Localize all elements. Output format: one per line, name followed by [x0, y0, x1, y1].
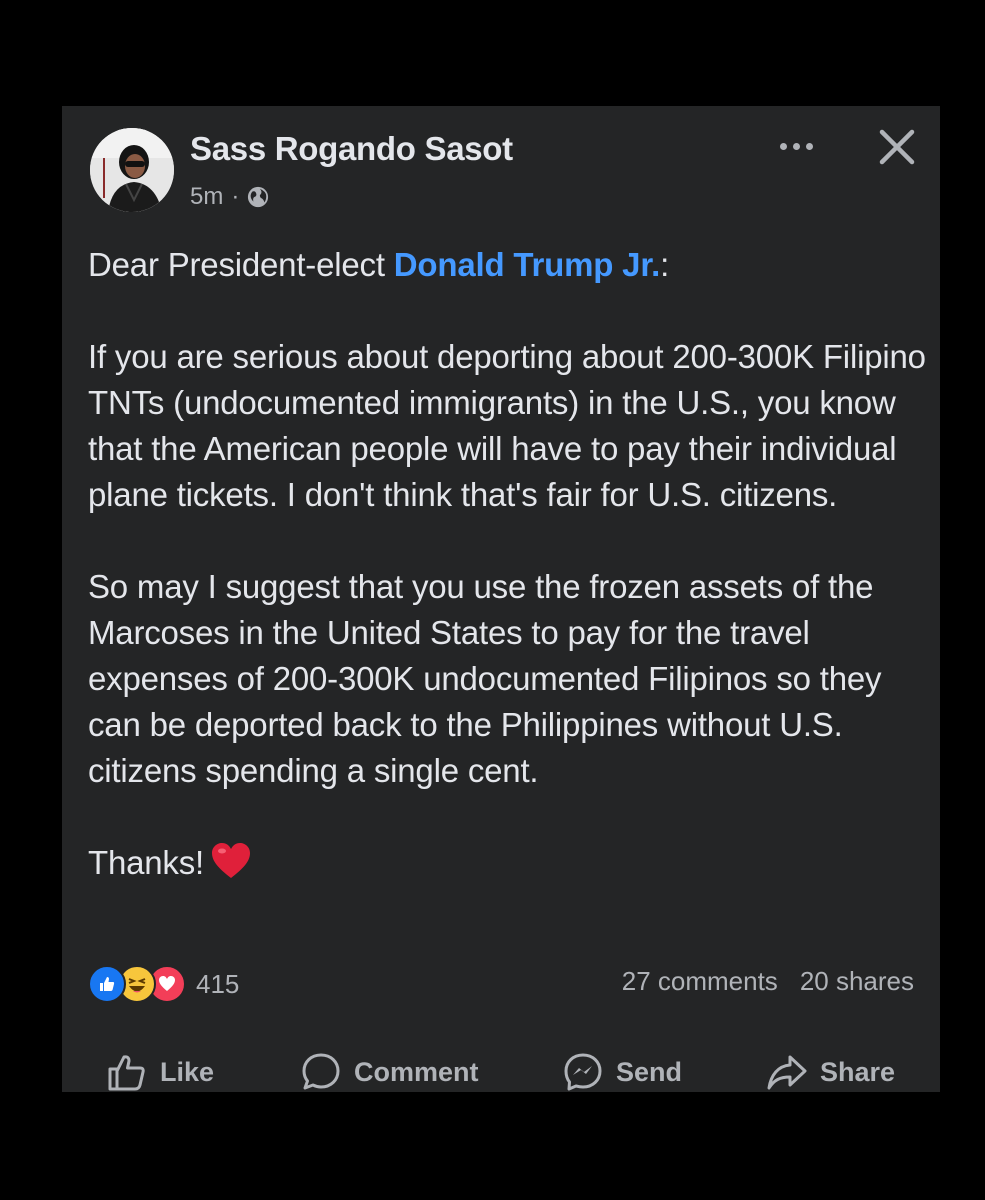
reaction-count: 415: [196, 968, 240, 999]
author-name[interactable]: Sass Rogando Sasot: [190, 130, 513, 168]
paragraph-2: So may I suggest that you use the frozen…: [88, 568, 882, 789]
avatar-photo: [90, 128, 174, 212]
close-icon[interactable]: [872, 122, 922, 172]
avatar[interactable]: [90, 128, 174, 212]
sign-off-line: Thanks!: [88, 840, 928, 886]
more-dot-icon: [792, 142, 800, 150]
share-button[interactable]: Share: [766, 1048, 895, 1092]
post-card: Sass Rogando Sasot 5m · Dear President-e…: [62, 106, 940, 1092]
comment-button[interactable]: Comment: [300, 1048, 479, 1092]
reaction-summary[interactable]: 415: [88, 964, 239, 1004]
comments-count[interactable]: 27 comments: [622, 966, 778, 997]
messenger-icon: [564, 1053, 602, 1091]
heart-emoji-icon: [212, 843, 250, 878]
meta-separator: ·: [231, 183, 240, 210]
paragraph-1: If you are serious about deporting about…: [88, 338, 926, 513]
greeting-line: Dear President-elect Donald Trump Jr.:: [88, 242, 928, 288]
comment-bubble-icon: [302, 1053, 340, 1090]
like-label: Like: [160, 1056, 215, 1087]
like-button[interactable]: Like: [106, 1048, 214, 1092]
send-button[interactable]: Send: [562, 1048, 682, 1092]
more-dot-icon: [805, 142, 813, 150]
greeting-suffix: :: [660, 246, 670, 283]
post-meta: 5m ·: [190, 182, 269, 212]
like-icon: [88, 965, 126, 1003]
like-outline-icon: [108, 1055, 145, 1091]
post-time[interactable]: 5m: [190, 183, 223, 211]
sign-off: Thanks!: [88, 844, 204, 881]
more-dot-icon: [779, 142, 787, 150]
share-arrow-icon: [767, 1055, 807, 1090]
post-body: Dear President-elect Donald Trump Jr.: I…: [88, 242, 928, 932]
comment-label: Comment: [354, 1056, 479, 1087]
shares-count[interactable]: 20 shares: [800, 966, 914, 997]
send-label: Send: [616, 1056, 683, 1087]
share-label: Share: [820, 1056, 896, 1087]
action-bar: Like Comment Send Share: [62, 1048, 940, 1092]
more-options-button[interactable]: [768, 130, 824, 162]
greeting-prefix: Dear President-elect: [88, 246, 394, 283]
globe-icon: [248, 186, 269, 208]
mention-link[interactable]: Donald Trump Jr.: [394, 246, 661, 283]
post-stats: 27 comments 20 shares: [622, 966, 914, 997]
